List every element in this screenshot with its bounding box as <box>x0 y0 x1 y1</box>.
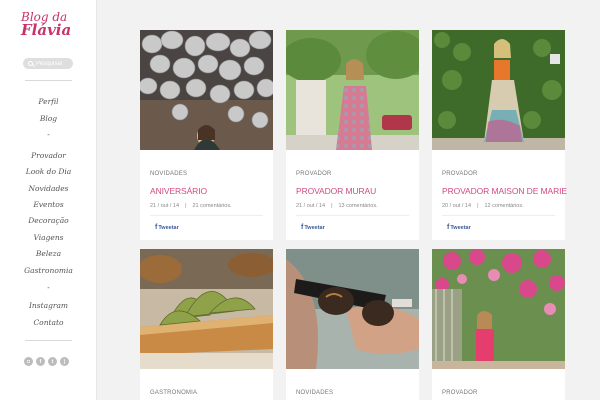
share-button[interactable]: fTweetar <box>447 224 471 231</box>
post-comments[interactable]: 13 comentários. <box>339 203 378 209</box>
post-category[interactable]: Provador <box>442 171 478 177</box>
post-card: Provador <box>432 249 565 400</box>
nav-item-perfil[interactable]: Perfil <box>0 97 97 106</box>
nav-item-provador[interactable]: Provador <box>0 151 97 160</box>
facebook-icon[interactable]: f <box>36 357 45 366</box>
share-label: Tweetar <box>450 225 471 231</box>
post-title[interactable]: PROVADOR MAISON DE MARIE <box>442 186 567 196</box>
facebook-icon: f <box>155 224 158 231</box>
post-divider <box>296 215 409 216</box>
post-comments[interactable]: 21 comentários. <box>193 203 232 209</box>
post-meta: 20 / out / 14 | 12 comentários. <box>442 203 524 209</box>
post-card: Provador PROVADOR MAISON DE MARIE 20 / o… <box>432 30 567 240</box>
post-card: Novidades ANIVERSÁRIO 21 / out / 14 | 21 c… <box>140 30 273 240</box>
facebook-icon: f <box>301 224 304 231</box>
post-title[interactable]: ANIVERSÁRIO <box>150 186 207 196</box>
search-box[interactable] <box>23 58 73 69</box>
nav-item-eventos[interactable]: Eventos <box>0 200 97 209</box>
floral-dress-photo[interactable] <box>286 30 419 150</box>
post-category[interactable]: Provador <box>442 390 478 396</box>
post-card: Novidades <box>286 249 419 400</box>
nav-item-novidades[interactable]: Novidades <box>0 184 97 193</box>
post-card: Gastronomia <box>140 249 273 400</box>
post-date: 21 / out / 14 <box>296 203 326 209</box>
share-label: Tweetar <box>158 225 179 231</box>
sidebar-divider-top <box>25 80 72 81</box>
sunglasses-photo[interactable] <box>286 249 419 369</box>
search-icon <box>28 61 33 66</box>
share-button[interactable]: fTweetar <box>155 224 179 231</box>
post-category[interactable]: Novidades <box>150 171 187 177</box>
nav-item-instagram[interactable]: Instagram <box>0 301 97 310</box>
sidebar: Blog da Flávia Perfil Blog - Provador Lo… <box>0 0 97 400</box>
instagram-icon[interactable]: ◘ <box>24 357 33 366</box>
ivy-wall-photo[interactable] <box>432 30 565 150</box>
nav-item-decoracao[interactable]: Decoração <box>0 216 97 225</box>
post-title[interactable]: PROVADOR MURAU <box>296 186 376 196</box>
nav-item-beleza[interactable]: Beleza <box>0 249 97 258</box>
nav-item-blog[interactable]: Blog <box>0 114 97 123</box>
nav-item-contato[interactable]: Contato <box>0 318 97 327</box>
facebook-icon: f <box>447 224 450 231</box>
post-category[interactable]: Novidades <box>296 390 333 396</box>
twitter-icon[interactable]: t <box>48 357 57 366</box>
post-date: 21 / out / 14 <box>150 203 180 209</box>
post-date: 20 / out / 14 <box>442 203 472 209</box>
nav-separator: - <box>47 130 50 139</box>
sidebar-divider-bottom <box>25 340 72 341</box>
nav-item-viagens[interactable]: Viagens <box>0 233 97 242</box>
logo-line2: Flávia <box>21 21 72 39</box>
nav-separator: - <box>47 283 50 292</box>
food-photo[interactable] <box>140 249 273 369</box>
post-meta: 21 / out / 14 | 21 comentários. <box>150 203 232 209</box>
post-card: Provador PROVADOR MURAU 21 / out / 14 | 13… <box>286 30 419 240</box>
logo[interactable]: Blog da Flávia <box>21 11 81 39</box>
share-button[interactable]: fTweetar <box>301 224 325 231</box>
social-links: ◘ f t ) <box>24 357 69 366</box>
post-divider <box>150 215 263 216</box>
post-category[interactable]: Provador <box>296 171 332 177</box>
nav-item-look-do-dia[interactable]: Look do Dia <box>0 167 97 176</box>
share-label: Tweetar <box>304 225 325 231</box>
nav-item-gastronomia[interactable]: Gastronomia <box>0 266 97 275</box>
post-divider <box>442 215 555 216</box>
balloons-photo[interactable] <box>140 30 273 150</box>
rss-icon[interactable]: ) <box>60 357 69 366</box>
flowers-photo[interactable] <box>432 249 565 369</box>
search-input[interactable] <box>36 60 72 67</box>
post-meta: 21 / out / 14 | 13 comentários. <box>296 203 378 209</box>
post-comments[interactable]: 12 comentários. <box>485 203 524 209</box>
post-category[interactable]: Gastronomia <box>150 390 197 396</box>
